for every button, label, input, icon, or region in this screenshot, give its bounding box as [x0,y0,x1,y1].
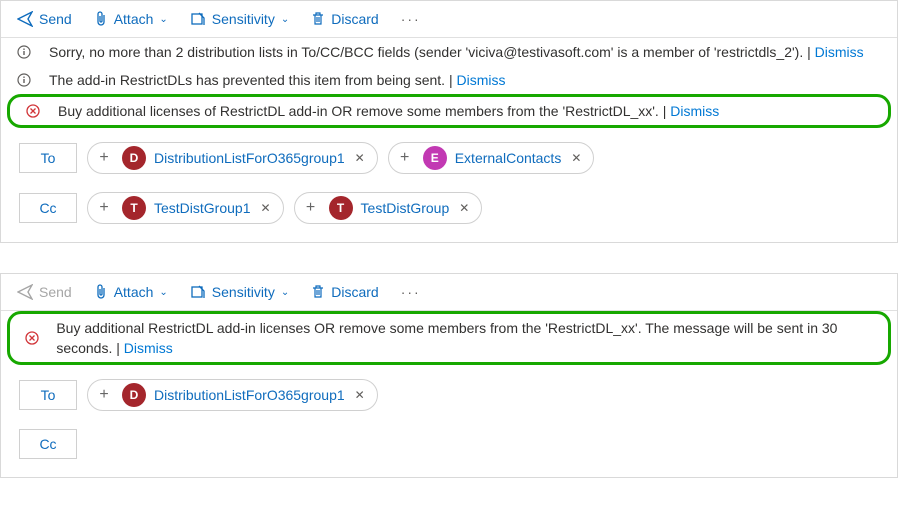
error-icon [26,104,40,118]
toolbar: Send Attach ⌄ Sensitivity ⌄ Discard ··· [1,1,897,38]
sensitivity-label: Sensitivity [212,11,275,27]
recipient-chip[interactable]: + E ExternalContacts ✕ [388,142,595,174]
sensitivity-button[interactable]: Sensitivity ⌄ [186,280,293,304]
error-bar-2: Buy additional RestrictDL add-in license… [10,314,888,362]
paperclip-icon [94,11,108,27]
chevron-down-icon: ⌄ [159,14,167,25]
recipient-chip[interactable]: + D DistributionListForO365group1 ✕ [87,379,378,411]
more-button[interactable]: ··· [397,280,425,304]
expand-icon[interactable]: + [94,385,114,405]
send-label: Send [39,284,72,300]
trash-icon [311,11,325,27]
error-bar-1: Buy additional licenses of RestrictDL ad… [10,97,888,125]
dismiss-link[interactable]: Dismiss [457,72,506,88]
more-icon: ··· [401,11,421,27]
error-icon [25,331,39,345]
chevron-down-icon: ⌄ [281,14,289,25]
highlighted-error-1: Buy additional licenses of RestrictDL ad… [7,94,891,128]
recipient-name: DistributionListForO365group1 [154,387,345,403]
info-bar-2: The add-in RestrictDLs has prevented thi… [1,66,897,94]
dismiss-link[interactable]: Dismiss [670,103,719,119]
avatar: D [122,146,146,170]
toolbar: Send Attach ⌄ Sensitivity ⌄ Discard ··· [1,274,897,311]
recipient-chip[interactable]: + T TestDistGroup ✕ [294,192,483,224]
cc-button[interactable]: Cc [19,429,77,459]
send-label: Send [39,11,72,27]
paperclip-icon [94,284,108,300]
send-button: Send [13,280,76,304]
remove-icon[interactable]: ✕ [569,151,583,165]
remove-icon[interactable]: ✕ [258,201,272,215]
to-button[interactable]: To [19,143,77,173]
info-icon [17,73,31,87]
send-icon [17,11,33,27]
cc-row: Cc [1,415,897,477]
info-message: The add-in RestrictDLs has prevented thi… [49,72,457,88]
cc-row: Cc + T TestDistGroup1 ✕ + T TestDistGroup ✕ [1,178,897,242]
compose-panel-2: Send Attach ⌄ Sensitivity ⌄ Discard ··· … [0,273,898,478]
info-bar-1: Sorry, no more than 2 distribution lists… [1,38,897,66]
recipient-name: ExternalContacts [455,150,562,166]
cc-button[interactable]: Cc [19,193,77,223]
discard-button[interactable]: Discard [307,7,382,31]
attach-button[interactable]: Attach ⌄ [90,7,172,31]
expand-icon[interactable]: + [94,148,114,168]
sensitivity-button[interactable]: Sensitivity ⌄ [186,7,293,31]
expand-icon[interactable]: + [94,198,114,218]
info-icon [17,45,31,59]
to-chips: + D DistributionListForO365group1 ✕ + E Extern… [87,142,594,174]
recipient-name: DistributionListForO365group1 [154,150,345,166]
remove-icon[interactable]: ✕ [457,201,471,215]
to-chips: + D DistributionListForO365group1 ✕ [87,379,378,411]
compose-panel-1: Send Attach ⌄ Sensitivity ⌄ Discard ··· … [0,0,898,243]
error-message: Buy additional RestrictDL add-in license… [56,320,837,356]
remove-icon[interactable]: ✕ [353,388,367,402]
send-icon [17,284,33,300]
discard-label: Discard [331,284,378,300]
attach-label: Attach [114,11,154,27]
sensitivity-label: Sensitivity [212,284,275,300]
chevron-down-icon: ⌄ [159,287,167,298]
to-row: To + D DistributionListForO365group1 ✕ [1,365,897,415]
attach-button[interactable]: Attach ⌄ [90,280,172,304]
trash-icon [311,284,325,300]
error-message: Buy additional licenses of RestrictDL ad… [58,103,670,119]
recipient-chip[interactable]: + T TestDistGroup1 ✕ [87,192,284,224]
sensitivity-icon [190,284,206,300]
dismiss-link[interactable]: Dismiss [124,340,173,356]
recipient-name: TestDistGroup [361,200,450,216]
expand-icon[interactable]: + [395,148,415,168]
attach-label: Attach [114,284,154,300]
highlighted-error-2: Buy additional RestrictDL add-in license… [7,311,891,365]
dismiss-link[interactable]: Dismiss [815,44,864,60]
avatar: E [423,146,447,170]
avatar: T [122,196,146,220]
more-button[interactable]: ··· [397,7,425,31]
sensitivity-icon [190,11,206,27]
info-message: Sorry, no more than 2 distribution lists… [49,44,815,60]
to-button[interactable]: To [19,380,77,410]
to-row: To + D DistributionListForO365group1 ✕ + E Ext… [1,128,897,178]
recipient-name: TestDistGroup1 [154,200,250,216]
recipient-chip[interactable]: + D DistributionListForO365group1 ✕ [87,142,378,174]
send-button[interactable]: Send [13,7,76,31]
discard-label: Discard [331,11,378,27]
avatar: D [122,383,146,407]
chevron-down-icon: ⌄ [281,287,289,298]
more-icon: ··· [401,284,421,300]
cc-chips: + T TestDistGroup1 ✕ + T TestDistGroup ✕ [87,192,482,224]
discard-button[interactable]: Discard [307,280,382,304]
remove-icon[interactable]: ✕ [353,151,367,165]
avatar: T [329,196,353,220]
expand-icon[interactable]: + [301,198,321,218]
